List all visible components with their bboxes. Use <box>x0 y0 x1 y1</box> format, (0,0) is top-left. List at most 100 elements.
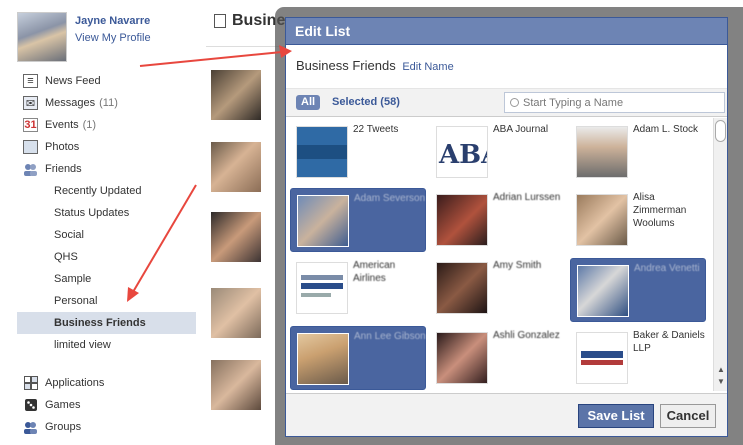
friend-cell[interactable]: Adrian Lurssen <box>430 188 566 252</box>
events-icon: 31 <box>23 118 38 132</box>
messages-count: (11) <box>99 97 118 109</box>
friend-avatar: ABA <box>436 126 502 178</box>
friend-name: Adrian Lurssen <box>493 192 561 203</box>
friend-list-limited-view[interactable]: limited view <box>17 334 196 356</box>
friend-list-status-updates[interactable]: Status Updates <box>17 202 196 224</box>
events-count: (1) <box>82 119 97 131</box>
sidebar-item-friends[interactable]: Friends <box>17 158 196 180</box>
dialog-title: Edit List <box>286 18 727 45</box>
friend-grid: 22 Tweets ABA ABA Journal Adam L. Stock … <box>286 118 713 391</box>
feed-avatar[interactable] <box>211 142 261 192</box>
profile-name[interactable]: Jayne Navarre <box>75 15 151 27</box>
friend-name: Alisa Zimmerman Woolums <box>633 192 687 229</box>
sidebar-item-label: Games <box>45 399 81 411</box>
search-icon <box>510 98 519 107</box>
scrollbar-thumb[interactable] <box>715 120 726 142</box>
friend-list-social[interactable]: Social <box>17 224 196 246</box>
feed-avatar[interactable] <box>211 70 261 120</box>
friend-search-input[interactable]: Start Typing a Name <box>504 92 725 113</box>
friend-cell[interactable]: Baker & Daniels LLP <box>570 326 706 390</box>
scroll-up-icon[interactable]: ▲ <box>716 365 726 375</box>
friend-name: Baker & Daniels LLP <box>633 330 705 354</box>
friend-cell[interactable]: Alisa Zimmerman Woolums <box>570 188 706 252</box>
feed-avatar[interactable] <box>211 288 261 338</box>
friend-cell[interactable]: Amy Smith <box>430 256 566 320</box>
friend-cell-selected[interactable]: Adam Severson <box>290 188 426 252</box>
sidebar-nav: ≡ News Feed ✉ Messages (11) 31 Events (1… <box>17 70 196 438</box>
friend-avatar <box>297 333 349 385</box>
friend-list-sample[interactable]: Sample <box>17 268 196 290</box>
left-sidebar: Jayne Navarre View My Profile ≡ News Fee… <box>0 0 196 445</box>
friend-cell[interactable]: 22 Tweets <box>290 120 426 184</box>
sidebar-item-messages[interactable]: ✉ Messages (11) <box>17 92 196 114</box>
profile-avatar[interactable] <box>17 12 67 62</box>
friend-cell[interactable]: Ashli Gonzalez <box>430 326 566 390</box>
friend-cell[interactable]: ABA ABA Journal <box>430 120 566 184</box>
sidebar-item-applications[interactable]: Applications <box>17 372 196 394</box>
sidebar-item-photos[interactable]: Photos <box>17 136 196 158</box>
view-profile-link[interactable]: View My Profile <box>75 32 151 44</box>
friend-name: 22 Tweets <box>353 124 399 135</box>
friend-name: Andrea Venetti <box>634 263 700 274</box>
sidebar-item-label: Events <box>45 119 79 131</box>
sidebar-item-label: Friends <box>45 163 82 175</box>
profile-block: Jayne Navarre View My Profile <box>17 12 151 62</box>
list-name-bar: Business Friends Edit Name <box>286 45 727 89</box>
games-icon <box>23 398 38 412</box>
friend-cell[interactable]: Adam L. Stock <box>570 120 706 184</box>
filter-bar: All Selected (58) Start Typing a Name <box>286 89 727 117</box>
book-icon <box>214 14 226 28</box>
scroll-down-icon[interactable]: ▼ <box>716 377 726 387</box>
friend-list-qhs[interactable]: QHS <box>17 246 196 268</box>
friend-avatar <box>436 332 488 384</box>
friend-avatar <box>576 332 628 384</box>
sidebar-item-groups[interactable]: Groups <box>17 416 196 438</box>
friend-avatar <box>296 126 348 178</box>
applications-icon <box>23 376 38 390</box>
friend-list-business-friends[interactable]: Business Friends <box>17 312 196 334</box>
friend-avatar <box>576 126 628 178</box>
friend-avatar <box>296 262 348 314</box>
tab-selected[interactable]: Selected (58) <box>332 96 400 108</box>
feed-avatar[interactable] <box>211 212 261 262</box>
friend-name: Adam Severson <box>354 193 426 204</box>
edit-name-link[interactable]: Edit Name <box>402 61 453 73</box>
list-name: Business Friends <box>296 58 396 73</box>
friend-avatar <box>436 262 488 314</box>
friend-name: Amy Smith <box>493 260 542 271</box>
sidebar-item-label: Messages <box>45 97 96 109</box>
photos-icon <box>23 140 38 154</box>
sidebar-item-events[interactable]: 31 Events (1) <box>17 114 196 136</box>
friend-avatar <box>297 195 349 247</box>
friend-name: Ann Lee Gibson <box>354 331 426 342</box>
news-feed-icon: ≡ <box>23 74 38 88</box>
friend-name: ABA Journal <box>493 124 549 135</box>
sidebar-item-games[interactable]: Games <box>17 394 196 416</box>
friend-avatar <box>577 265 629 317</box>
friend-avatar <box>436 194 488 246</box>
sidebar-item-label: Applications <box>45 377 105 389</box>
friend-name: American Airlines <box>353 260 396 284</box>
dialog-footer: Save List Cancel <box>286 393 727 436</box>
search-placeholder: Start Typing a Name <box>523 96 624 109</box>
friend-list-personal[interactable]: Personal <box>17 290 196 312</box>
friend-cell-selected[interactable]: Andrea Venetti <box>570 258 706 322</box>
feed-avatar[interactable] <box>211 360 261 410</box>
save-list-button[interactable]: Save List <box>578 404 654 428</box>
friend-avatar <box>576 194 628 246</box>
friend-cell-selected[interactable]: Ann Lee Gibson <box>290 326 426 390</box>
tab-all[interactable]: All <box>296 95 321 110</box>
cancel-button[interactable]: Cancel <box>660 404 716 428</box>
sidebar-item-news-feed[interactable]: ≡ News Feed <box>17 70 196 92</box>
friend-cell[interactable]: American Airlines <box>290 256 426 320</box>
sidebar-item-label: Photos <box>45 141 80 153</box>
sidebar-item-label: News Feed <box>45 75 101 87</box>
edit-list-dialog: Edit List Business Friends Edit Name All… <box>285 17 728 437</box>
sidebar-item-label: Groups <box>45 421 82 433</box>
friend-list-recently-updated[interactable]: Recently Updated <box>17 180 196 202</box>
messages-icon: ✉ <box>23 96 38 110</box>
friend-name: Ashli Gonzalez <box>493 330 560 341</box>
friends-icon <box>23 162 38 176</box>
friend-grid-scrollbar[interactable]: ▲ ▼ <box>713 118 727 391</box>
friend-name: Adam L. Stock <box>633 124 699 135</box>
